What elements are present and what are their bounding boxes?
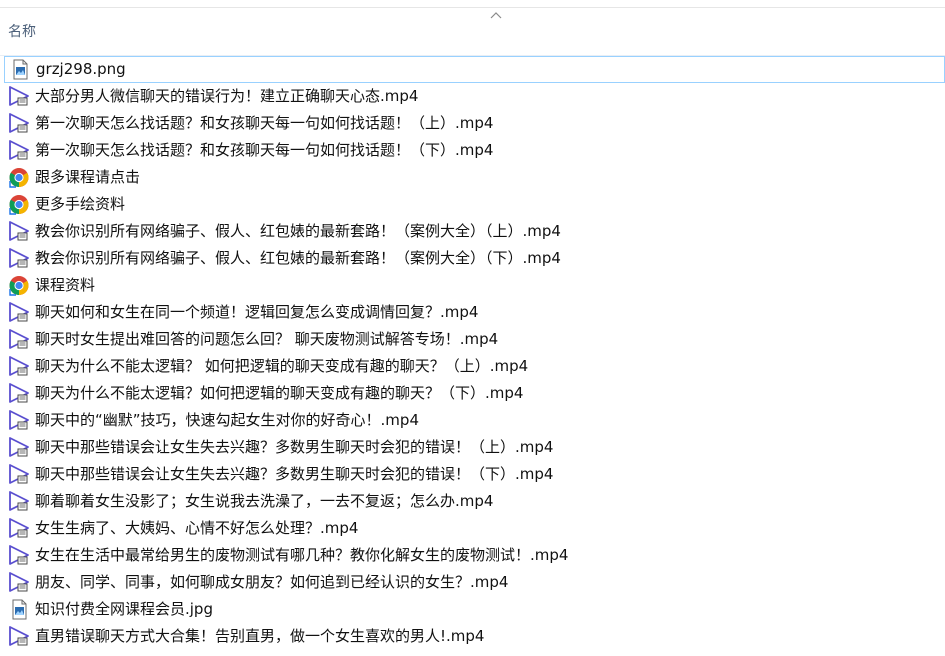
file-row[interactable]: 直男错误聊天方式大合集！告别直男，做一个女生喜欢的男人!.mp4 (0, 623, 945, 650)
file-row[interactable]: 更多手绘资料 (0, 191, 945, 218)
video-file-icon (8, 302, 30, 323)
video-file-icon (8, 329, 30, 350)
file-name: 知识付费全网课程会员.jpg (35, 600, 213, 618)
video-file-icon (8, 626, 30, 647)
video-file-icon (8, 437, 30, 458)
file-row[interactable]: 跟多课程请点击 (0, 164, 945, 191)
file-row[interactable]: 聊天时女生提出难回答的问题怎么回？ 聊天废物测试解答专场！.mp4 (0, 326, 945, 353)
file-row[interactable]: 聊天中那些错误会让女生失去兴趣？多数男生聊天时会犯的错误！（上）.mp4 (0, 434, 945, 461)
video-file-icon (8, 410, 30, 431)
file-row[interactable]: 聊着聊着女生没影了；女生说我去洗澡了，一去不复返；怎么办.mp4 (0, 488, 945, 515)
video-file-icon (8, 491, 30, 512)
file-name: 聊天为什么不能太逻辑？如何把逻辑的聊天变成有趣的聊天？（下）.mp4 (35, 384, 524, 402)
file-row[interactable]: 知识付费全网课程会员.jpg (0, 596, 945, 623)
column-header-label: 名称 (8, 24, 36, 40)
file-row[interactable]: 女生在生活中最常给男生的废物测试有哪几种？教你化解女生的废物测试！.mp4 (0, 542, 945, 569)
file-row[interactable]: grzj298.png (4, 56, 945, 83)
file-list: grzj298.png 大部分男人微信聊天的错误行为！建立正确聊天心态.mp4 第一… (0, 56, 945, 650)
file-name: 聊天时女生提出难回答的问题怎么回？ 聊天废物测试解答专场！.mp4 (35, 330, 499, 348)
file-row[interactable]: 女生生病了、大姨妈、心情不好怎么处理？.mp4 (0, 515, 945, 542)
chrome-link-icon (8, 275, 30, 296)
file-name: 聊天中的“幽默”技巧，快速勾起女生对你的好奇心！.mp4 (35, 411, 419, 429)
file-name: 聊天为什么不能太逻辑？ 如何把逻辑的聊天变成有趣的聊天？（上）.mp4 (35, 357, 529, 375)
file-row[interactable]: 朋友、同学、同事，如何聊成女朋友？如何追到已经认识的女生？.mp4 (0, 569, 945, 596)
video-file-icon (8, 383, 30, 404)
file-name: 直男错误聊天方式大合集！告别直男，做一个女生喜欢的男人!.mp4 (35, 627, 485, 645)
file-name: grzj298.png (36, 60, 126, 78)
image-file-icon (8, 599, 30, 620)
file-name: 女生在生活中最常给男生的废物测试有哪几种？教你化解女生的废物测试！.mp4 (35, 546, 569, 564)
file-row[interactable]: 第一次聊天怎么找话题？和女孩聊天每一句如何找话题！（上）.mp4 (0, 110, 945, 137)
file-row[interactable]: 聊天如何和女生在同一个频道！逻辑回复怎么变成调情回复？.mp4 (0, 299, 945, 326)
image-file-icon (9, 59, 31, 80)
file-row[interactable]: 聊天为什么不能太逻辑？ 如何把逻辑的聊天变成有趣的聊天？（上）.mp4 (0, 353, 945, 380)
file-row[interactable]: 教会你识别所有网络骗子、假人、红包婊的最新套路！（案例大全）（上）.mp4 (0, 218, 945, 245)
file-name: 聊天中那些错误会让女生失去兴趣？多数男生聊天时会犯的错误！（下）.mp4 (35, 465, 554, 483)
window-top-border (0, 7, 945, 8)
file-name: 课程资料 (35, 276, 96, 294)
video-file-icon (8, 572, 30, 593)
file-name: 第一次聊天怎么找话题？和女孩聊天每一句如何找话题！（下）.mp4 (35, 141, 494, 159)
file-row[interactable]: 教会你识别所有网络骗子、假人、红包婊的最新套路！（案例大全）（下）.mp4 (0, 245, 945, 272)
file-name: 聊天如何和女生在同一个频道！逻辑回复怎么变成调情回复？.mp4 (35, 303, 479, 321)
chrome-link-icon (8, 194, 30, 215)
video-file-icon (8, 464, 30, 485)
sort-ascending-icon[interactable] (490, 11, 502, 19)
video-file-icon (8, 86, 30, 107)
file-name: 聊天中那些错误会让女生失去兴趣？多数男生聊天时会犯的错误！（上）.mp4 (35, 438, 554, 456)
file-name: 朋友、同学、同事，如何聊成女朋友？如何追到已经认识的女生？.mp4 (35, 573, 509, 591)
file-row[interactable]: 聊天中那些错误会让女生失去兴趣？多数男生聊天时会犯的错误！（下）.mp4 (0, 461, 945, 488)
video-file-icon (8, 140, 30, 161)
file-row[interactable]: 聊天中的“幽默”技巧，快速勾起女生对你的好奇心！.mp4 (0, 407, 945, 434)
file-name: 第一次聊天怎么找话题？和女孩聊天每一句如何找话题！（上）.mp4 (35, 114, 494, 132)
column-header-name[interactable]: 名称 (0, 20, 945, 48)
file-name: 女生生病了、大姨妈、心情不好怎么处理？.mp4 (35, 519, 359, 537)
chrome-link-icon (8, 167, 30, 188)
file-name: 大部分男人微信聊天的错误行为！建立正确聊天心态.mp4 (35, 87, 419, 105)
file-row[interactable]: 大部分男人微信聊天的错误行为！建立正确聊天心态.mp4 (0, 83, 945, 110)
file-row[interactable]: 课程资料 (0, 272, 945, 299)
file-name: 跟多课程请点击 (35, 168, 141, 186)
video-file-icon (8, 545, 30, 566)
file-row[interactable]: 聊天为什么不能太逻辑？如何把逻辑的聊天变成有趣的聊天？（下）.mp4 (0, 380, 945, 407)
file-row[interactable]: 第一次聊天怎么找话题？和女孩聊天每一句如何找话题！（下）.mp4 (0, 137, 945, 164)
file-name: 教会你识别所有网络骗子、假人、红包婊的最新套路！（案例大全）（下）.mp4 (35, 249, 561, 267)
file-name: 教会你识别所有网络骗子、假人、红包婊的最新套路！（案例大全）（上）.mp4 (35, 222, 561, 240)
file-name: 更多手绘资料 (35, 195, 126, 213)
video-file-icon (8, 356, 30, 377)
video-file-icon (8, 113, 30, 134)
video-file-icon (8, 221, 30, 242)
video-file-icon (8, 248, 30, 269)
file-name: 聊着聊着女生没影了；女生说我去洗澡了，一去不复返；怎么办.mp4 (35, 492, 494, 510)
video-file-icon (8, 518, 30, 539)
